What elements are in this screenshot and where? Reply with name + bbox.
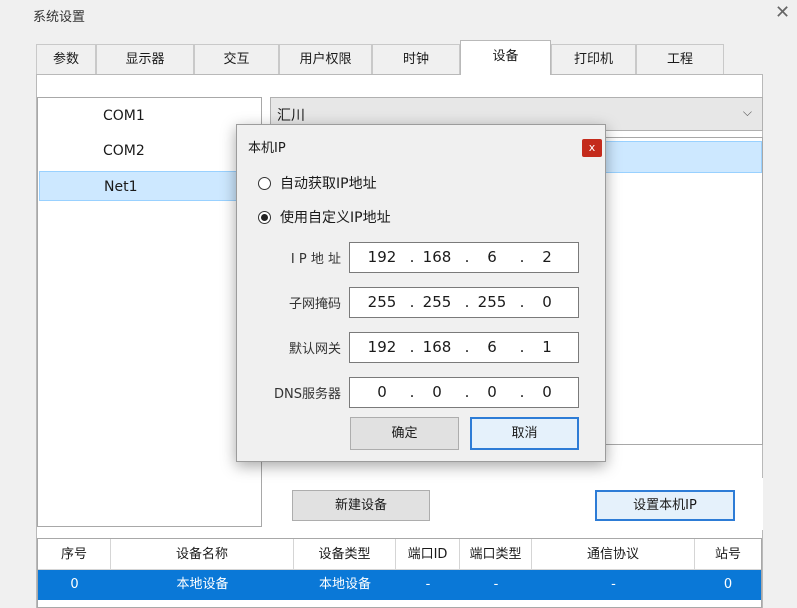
ip-dot: . <box>409 293 415 311</box>
ip-dot: . <box>519 383 525 401</box>
tab-interaction[interactable]: 交互 <box>194 44 279 74</box>
local-ip-dialog: 本机IP x 自动获取IP地址 使用自定义IP地址 I P 地 址 192 . … <box>236 124 606 462</box>
close-icon[interactable]: x <box>582 139 602 157</box>
subnet-mask-label: 子网掩码 <box>288 297 341 312</box>
table-header-index[interactable]: 序号 <box>38 539 111 570</box>
port-item-com2[interactable]: COM2 <box>39 136 260 166</box>
ip-octet: 192 <box>367 338 397 356</box>
radio-auto-ip-label: 自动获取IP地址 <box>280 176 377 192</box>
device-table: 序号 设备名称 设备类型 端口ID 端口类型 通信协议 站号 0 本地设备 本地… <box>37 538 762 608</box>
ip-octet: 0 <box>377 383 387 401</box>
table-header-port-id[interactable]: 端口ID <box>396 539 460 570</box>
ip-dot: . <box>519 248 525 266</box>
ip-octet: 255 <box>422 293 452 311</box>
chevron-down-icon: ⌵ <box>742 105 752 119</box>
ip-dot: . <box>519 338 525 356</box>
table-header-protocol[interactable]: 通信协议 <box>532 539 695 570</box>
ip-octet: 255 <box>477 293 507 311</box>
ip-octet: 1 <box>542 338 552 356</box>
table-cell-index[interactable]: 0 <box>38 570 111 600</box>
ip-dot: . <box>464 248 470 266</box>
table-cell-device-name[interactable]: 本地设备 <box>111 570 294 600</box>
ip-address-label: I P 地 址 <box>290 252 341 267</box>
tab-project[interactable]: 工程 <box>636 44 724 74</box>
dns-server-label: DNS服务器 <box>274 387 341 402</box>
ip-octet: 6 <box>487 338 497 356</box>
radio-unchecked-icon <box>258 176 271 190</box>
ip-octet: 0 <box>432 383 442 401</box>
tab-user-permissions[interactable]: 用户权限 <box>279 44 372 74</box>
ip-octet: 255 <box>367 293 397 311</box>
radio-custom-ip[interactable]: 使用自定义IP地址 <box>258 207 391 227</box>
new-device-button[interactable]: 新建设备 <box>292 490 430 521</box>
ip-octet: 2 <box>542 248 552 266</box>
ip-dot: . <box>464 338 470 356</box>
radio-custom-ip-label: 使用自定义IP地址 <box>280 210 391 226</box>
ip-octet: 0 <box>487 383 497 401</box>
ip-octet: 168 <box>422 338 452 356</box>
tab-printer[interactable]: 打印机 <box>551 44 636 74</box>
table-header-port-type[interactable]: 端口类型 <box>460 539 532 570</box>
tab-clock[interactable]: 时钟 <box>372 44 460 74</box>
close-icon[interactable]: ✕ <box>775 2 790 23</box>
table-cell-port-type[interactable]: - <box>460 570 532 600</box>
tab-bar: 参数 显示器 交互 用户权限 时钟 设备 打印机 工程 <box>36 40 763 75</box>
tab-device[interactable]: 设备 <box>460 40 551 75</box>
radio-checked-icon <box>258 210 271 224</box>
cancel-button[interactable]: 取消 <box>470 417 579 450</box>
table-header-device-type[interactable]: 设备类型 <box>294 539 396 570</box>
table-cell-station[interactable]: 0 <box>695 570 761 600</box>
ip-octet: 0 <box>542 383 552 401</box>
table-cell-protocol[interactable]: - <box>532 570 695 600</box>
table-header-station[interactable]: 站号 <box>695 539 761 570</box>
table-cell-port-id[interactable]: - <box>396 570 460 600</box>
ip-octet: 168 <box>422 248 452 266</box>
port-item-com1[interactable]: COM1 <box>39 101 260 131</box>
window-title: 系统设置 <box>33 10 86 25</box>
gateway-input[interactable]: 192 . 168 . 6 . 1 <box>349 332 579 363</box>
ip-address-input[interactable]: 192 . 168 . 6 . 2 <box>349 242 579 273</box>
ok-button[interactable]: 确定 <box>350 417 459 450</box>
ip-octet: 0 <box>542 293 552 311</box>
ip-octet: 6 <box>487 248 497 266</box>
dialog-title: 本机IP <box>248 141 286 156</box>
set-local-ip-button[interactable]: 设置本机IP <box>595 490 735 521</box>
ip-dot: . <box>409 338 415 356</box>
tab-params[interactable]: 参数 <box>36 44 96 74</box>
subnet-mask-input[interactable]: 255 . 255 . 255 . 0 <box>349 287 579 318</box>
vendor-select-value: 汇川 <box>277 108 305 124</box>
gateway-label: 默认网关 <box>288 342 341 357</box>
port-item-net1[interactable]: Net1 <box>39 171 260 201</box>
dns-server-input[interactable]: 0 . 0 . 0 . 0 <box>349 377 579 408</box>
tab-display[interactable]: 显示器 <box>96 44 194 74</box>
ip-octet: 192 <box>367 248 397 266</box>
ip-dot: . <box>464 383 470 401</box>
ip-dot: . <box>409 383 415 401</box>
radio-auto-ip[interactable]: 自动获取IP地址 <box>258 173 377 193</box>
table-cell-device-type[interactable]: 本地设备 <box>294 570 396 600</box>
table-header-device-name[interactable]: 设备名称 <box>111 539 294 570</box>
ip-dot: . <box>519 293 525 311</box>
port-list: COM1 COM2 Net1 <box>37 97 262 527</box>
ip-dot: . <box>409 248 415 266</box>
ip-dot: . <box>464 293 470 311</box>
